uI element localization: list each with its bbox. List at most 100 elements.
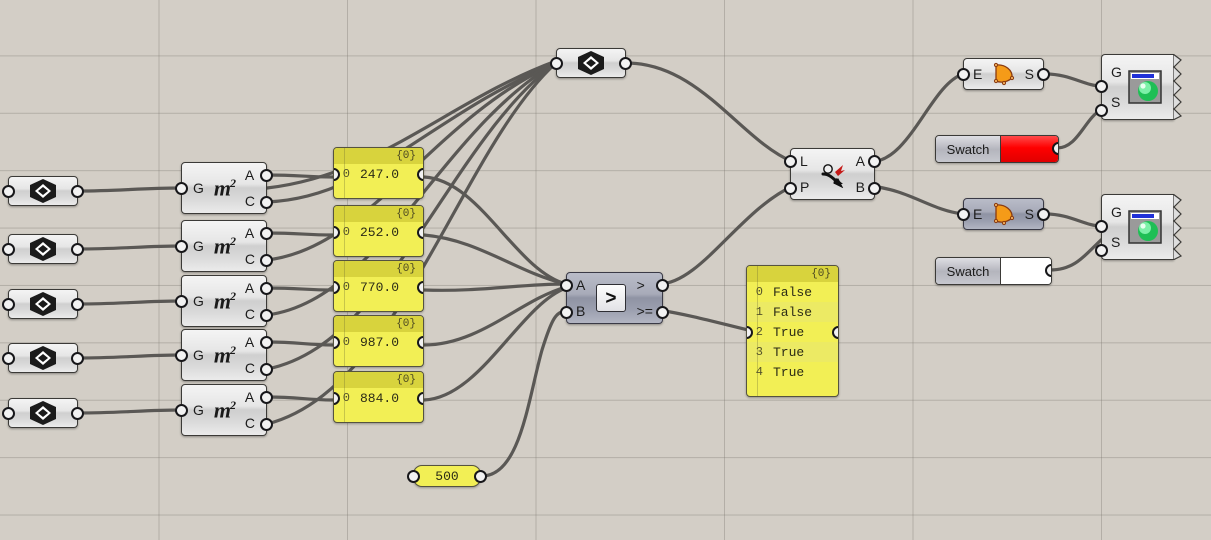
surface-top-output-s[interactable] <box>1037 68 1050 81</box>
panel-row-value: 252.0 <box>360 224 400 240</box>
geometry-param-5-input[interactable] <box>2 406 15 420</box>
geometry-param-4[interactable] <box>2 343 84 373</box>
geometry-param-3-input[interactable] <box>2 297 15 311</box>
area-1-output-a[interactable] <box>260 169 273 182</box>
value-panel-1[interactable]: {0} 0 247.0 <box>333 147 424 199</box>
area-component-4[interactable]: G m2 A C <box>175 329 273 381</box>
panel-row-value: 884.0 <box>360 390 400 406</box>
area-component-1[interactable]: G m2 A C <box>175 162 273 214</box>
panel-separator <box>344 261 345 311</box>
value-panel-2-output[interactable] <box>417 226 423 239</box>
swatch-red-output[interactable] <box>1052 142 1058 155</box>
preview-top-label-s: S <box>1111 94 1121 110</box>
area-5-output-c[interactable] <box>260 418 273 431</box>
comparison-component[interactable]: A B > > >= <box>560 272 669 324</box>
preview-bottom-input-g[interactable] <box>1095 220 1108 233</box>
swatch-white[interactable]: Swatch <box>935 257 1052 285</box>
panel-row: 3 True <box>747 342 838 362</box>
geometry-param-2-input[interactable] <box>2 242 15 256</box>
geometry-param-5[interactable] <box>2 398 84 428</box>
preview-bottom-label-s: S <box>1111 234 1121 250</box>
geometry-param-4-input[interactable] <box>2 351 15 365</box>
area-2-input-g[interactable] <box>175 240 188 253</box>
area-4-output-a[interactable] <box>260 336 273 349</box>
geometry-param-5-output[interactable] <box>71 406 84 420</box>
value-panel-5-output[interactable] <box>417 392 423 405</box>
preview-bottom-input-s[interactable] <box>1095 244 1108 257</box>
value-panel-2-header: {0} <box>334 206 423 222</box>
custom-preview-bottom[interactable]: G S <box>1095 192 1183 261</box>
geometry-param-3[interactable] <box>2 289 84 319</box>
comparison-input-a[interactable] <box>560 279 573 292</box>
geometry-diamond-icon <box>26 400 60 426</box>
area-2-output-a[interactable] <box>260 227 273 240</box>
geometry-param-3-output[interactable] <box>71 297 84 311</box>
geometry-param-merge-output[interactable] <box>619 56 632 70</box>
number-node-output[interactable] <box>474 470 487 483</box>
surface-top-input-e[interactable] <box>957 68 970 81</box>
swatch-red[interactable]: Swatch <box>935 135 1059 163</box>
geometry-param-1[interactable] <box>2 176 84 206</box>
panel-row-value: 987.0 <box>360 334 400 350</box>
surface-orange-icon <box>991 202 1017 226</box>
value-panel-1-output[interactable] <box>417 168 423 181</box>
area-icon: m2 <box>213 175 236 201</box>
geometry-param-1-input[interactable] <box>2 184 15 198</box>
swatch-white-label: Swatch <box>936 258 1000 284</box>
comparison-output-gt[interactable] <box>656 279 669 292</box>
area-1-output-c[interactable] <box>260 196 273 209</box>
area-5-input-g[interactable] <box>175 404 188 417</box>
area-2-output-c[interactable] <box>260 254 273 267</box>
panel-separator <box>344 206 345 256</box>
geometry-param-2[interactable] <box>2 234 84 264</box>
area-3-output-c[interactable] <box>260 309 273 322</box>
dispatch-output-a[interactable] <box>868 155 881 168</box>
value-panel-4-output[interactable] <box>417 336 423 349</box>
area-component-3[interactable]: G m2 A C <box>175 275 273 327</box>
area-4-input-g[interactable] <box>175 349 188 362</box>
value-panel-2[interactable]: {0} 0 252.0 <box>333 205 424 257</box>
dispatch-component[interactable]: L P A B <box>784 148 881 200</box>
dispatch-input-p[interactable] <box>784 182 797 195</box>
value-panel-5[interactable]: {0} 0 884.0 <box>333 371 424 423</box>
area-1-input-g[interactable] <box>175 182 188 195</box>
value-panel-3-output[interactable] <box>417 281 423 294</box>
boolean-panel[interactable]: {0} 0 False 1 False 2 True 3 True 4 True <box>746 265 839 397</box>
geometry-param-2-output[interactable] <box>71 242 84 256</box>
grasshopper-canvas[interactable]: G m2 A C G m2 A C G m2 A C G m2 A C G m2… <box>0 0 1211 540</box>
preview-top-input-g[interactable] <box>1095 80 1108 93</box>
area-component-5[interactable]: G m2 A C <box>175 384 273 436</box>
surface-bottom-output-s[interactable] <box>1037 208 1050 221</box>
panel-row-index: 1 <box>755 305 763 319</box>
comparison-output-gte[interactable] <box>656 306 669 319</box>
area-3-input-g[interactable] <box>175 295 188 308</box>
swatch-white-output[interactable] <box>1045 264 1051 277</box>
value-panel-4[interactable]: {0} 0 987.0 <box>333 315 424 367</box>
area-3-output-a[interactable] <box>260 282 273 295</box>
area-4-output-c[interactable] <box>260 363 273 376</box>
swatch-red-chip[interactable] <box>1000 136 1058 162</box>
value-panel-3[interactable]: {0} 0 770.0 <box>333 260 424 312</box>
geometry-param-merge-input[interactable] <box>550 56 563 70</box>
surface-node-top[interactable]: E S <box>957 58 1050 90</box>
surface-bottom-input-e[interactable] <box>957 208 970 221</box>
surface-orange-icon <box>991 62 1017 86</box>
panel-row-value: 770.0 <box>360 279 400 295</box>
comparison-input-b[interactable] <box>560 306 573 319</box>
panel-row: 0 247.0 <box>334 164 423 184</box>
custom-preview-top[interactable]: G S <box>1095 52 1183 121</box>
dispatch-output-b[interactable] <box>868 182 881 195</box>
preview-top-input-s[interactable] <box>1095 104 1108 117</box>
swatch-white-chip[interactable] <box>1000 258 1051 284</box>
number-node-input[interactable] <box>407 470 420 483</box>
geometry-param-4-output[interactable] <box>71 351 84 365</box>
area-component-2[interactable]: G m2 A C <box>175 220 273 272</box>
boolean-panel-output[interactable] <box>832 326 838 339</box>
surface-node-bottom[interactable]: E S <box>957 198 1050 230</box>
geometry-param-1-output[interactable] <box>71 184 84 198</box>
geometry-param-merge[interactable] <box>550 48 632 78</box>
dispatch-input-l[interactable] <box>784 155 797 168</box>
number-node-500[interactable]: 500 <box>407 465 487 487</box>
area-5-output-a[interactable] <box>260 391 273 404</box>
value-panel-3-header: {0} <box>334 261 423 277</box>
